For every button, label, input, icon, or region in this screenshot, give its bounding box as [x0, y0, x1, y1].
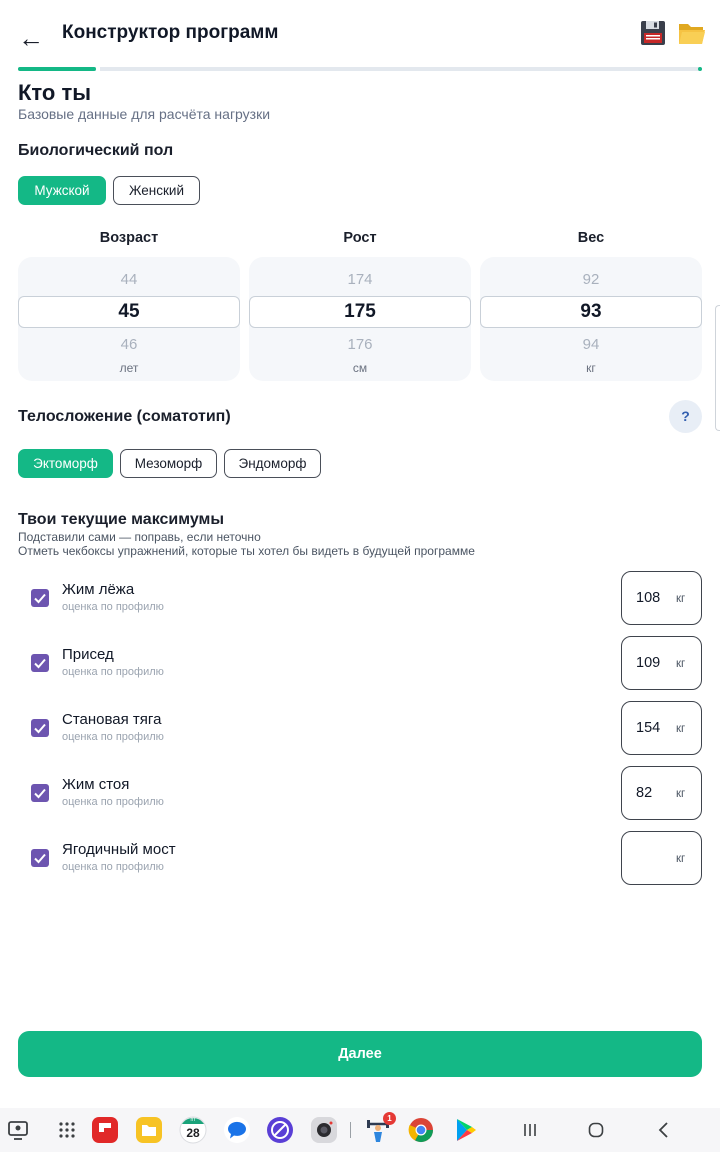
age-prev-value[interactable]: 44 — [18, 271, 240, 288]
maxes-subtitle-2: Отметь чекбоксы упражнений, которые ты х… — [18, 544, 475, 558]
system-taskbar: пт 28 1 — [0, 1108, 720, 1152]
checkmark-icon — [34, 853, 46, 864]
exercise-checkbox-squat[interactable] — [31, 654, 49, 672]
flipboard-icon[interactable] — [91, 1116, 119, 1144]
height-picker[interactable]: 174 175 176 см — [249, 257, 471, 381]
somatotype-label: Телосложение (соматотип) — [18, 408, 231, 425]
exercise-max-unit: кг — [676, 853, 686, 865]
step-progress-bar — [18, 67, 702, 71]
exercise-max-value: 82 — [636, 785, 653, 801]
exercise-max-input-bench[interactable]: 108 кг — [621, 571, 702, 625]
age-current-value[interactable]: 45 — [18, 296, 240, 328]
exercise-max-unit: кг — [676, 658, 686, 670]
home-icon[interactable] — [582, 1116, 610, 1144]
somatotype-option-endomorph[interactable]: Эндоморф — [224, 449, 321, 478]
weight-next-value[interactable]: 94 — [480, 336, 702, 353]
exercise-max-input-deadlift[interactable]: 154 кг — [621, 701, 702, 755]
exercise-checkbox-overhead-press[interactable] — [31, 784, 49, 802]
maxes-title: Твои текущие максимумы — [18, 511, 225, 528]
exercise-max-value: 108 — [636, 590, 661, 606]
checkmark-icon — [34, 723, 46, 734]
exercise-max-input-overhead-press[interactable]: 82 кг — [621, 766, 702, 820]
weight-picker[interactable]: 92 93 94 кг — [480, 257, 702, 381]
somatotype-option-mesomorph[interactable]: Мезоморф — [120, 449, 217, 478]
calendar-day: 28 — [186, 1126, 200, 1140]
exercise-row-deadlift: Становая тяга оценка по профилю 154 кг — [0, 701, 720, 755]
exercise-hint: оценка по профилю — [62, 731, 164, 743]
play-store-icon[interactable] — [451, 1116, 479, 1144]
edge-panel-handle[interactable] — [715, 305, 720, 431]
age-label: Возраст — [99, 230, 159, 246]
next-button[interactable]: Далее — [18, 1031, 702, 1077]
progress-gap — [96, 67, 100, 71]
exercise-checkbox-hip-thrust[interactable] — [31, 849, 49, 867]
height-next-value[interactable]: 176 — [249, 336, 471, 353]
exercise-max-value: 154 — [636, 720, 661, 736]
calendar-weekday: пт — [190, 1117, 196, 1123]
exercise-name: Присед — [62, 646, 114, 663]
exercise-max-unit: кг — [676, 593, 686, 605]
save-floppy-icon[interactable] — [640, 20, 668, 48]
exercise-name: Ягодичный мост — [62, 841, 176, 858]
exercise-name: Жим стоя — [62, 776, 130, 793]
taskbar-divider — [350, 1122, 351, 1138]
progress-fill — [18, 67, 96, 71]
height-label: Рост — [343, 230, 377, 246]
exercise-max-input-hip-thrust[interactable]: кг — [621, 831, 702, 885]
notification-badge: 1 — [383, 1112, 396, 1125]
height-unit: см — [352, 361, 368, 375]
height-current-value[interactable]: 175 — [249, 296, 471, 328]
open-folder-icon[interactable] — [677, 20, 707, 48]
age-picker[interactable]: 44 45 46 лет — [18, 257, 240, 381]
checkmark-icon — [34, 788, 46, 799]
sex-option-female[interactable]: Женский — [113, 176, 200, 205]
progress-end-marker — [698, 67, 702, 71]
exercise-max-unit: кг — [676, 788, 686, 800]
back-nav-icon[interactable] — [650, 1116, 678, 1144]
sex-label: Биологический пол — [18, 142, 174, 159]
exercise-checkbox-deadlift[interactable] — [31, 719, 49, 737]
age-next-value[interactable]: 46 — [18, 336, 240, 353]
checkmark-icon — [34, 658, 46, 669]
recent-apps-icon[interactable] — [516, 1116, 544, 1144]
maxes-subtitle-1: Подставили сами — поправь, если неточно — [18, 530, 261, 544]
exercise-row-overhead-press: Жим стоя оценка по профилю 82 кг — [0, 766, 720, 820]
back-arrow-icon[interactable]: ← — [18, 20, 48, 56]
chrome-icon[interactable] — [407, 1116, 435, 1144]
messages-icon[interactable] — [223, 1116, 251, 1144]
weight-prev-value[interactable]: 92 — [480, 271, 702, 288]
step-subtitle: Базовые данные для расчёта нагрузки — [18, 106, 271, 122]
weight-current-value[interactable]: 93 — [480, 296, 702, 328]
somatotype-option-ectomorph[interactable]: Эктоморф — [18, 449, 113, 478]
exercise-row-hip-thrust: Ягодичный мост оценка по профилю кг — [0, 831, 720, 885]
page-title: Конструктор программ — [62, 22, 279, 43]
exercise-hint: оценка по профилю — [62, 861, 164, 873]
exercise-max-input-squat[interactable]: 109 кг — [621, 636, 702, 690]
exercise-max-unit: кг — [676, 723, 686, 735]
exercise-checkbox-bench[interactable] — [31, 589, 49, 607]
apps-grid-icon[interactable] — [53, 1116, 81, 1144]
files-icon[interactable] — [135, 1116, 163, 1144]
age-unit: лет — [119, 361, 139, 375]
top-bar: ← Конструктор программ — [0, 0, 720, 70]
somatotype-help-button[interactable]: ? — [669, 400, 702, 433]
exercise-name: Становая тяга — [62, 711, 162, 728]
exercise-row-squat: Присед оценка по профилю 109 кг — [0, 636, 720, 690]
camera-icon[interactable] — [310, 1116, 338, 1144]
exercise-hint: оценка по профилю — [62, 601, 164, 613]
exercise-max-value: 109 — [636, 655, 661, 671]
sex-option-male[interactable]: Мужской — [18, 176, 106, 205]
step-title: Кто ты — [18, 80, 92, 105]
checkmark-icon — [34, 593, 46, 604]
screen-icon[interactable] — [4, 1116, 32, 1144]
exercise-hint: оценка по профилю — [62, 796, 164, 808]
calendar-icon[interactable]: пт 28 — [179, 1116, 207, 1144]
exercise-name: Жим лёжа — [62, 581, 135, 598]
height-prev-value[interactable]: 174 — [249, 271, 471, 288]
weight-unit: кг — [586, 361, 596, 375]
browser-icon[interactable] — [266, 1116, 294, 1144]
weight-label: Вес — [577, 230, 605, 246]
exercise-hint: оценка по профилю — [62, 666, 164, 678]
exercise-row-bench: Жим лёжа оценка по профилю 108 кг — [0, 571, 720, 625]
